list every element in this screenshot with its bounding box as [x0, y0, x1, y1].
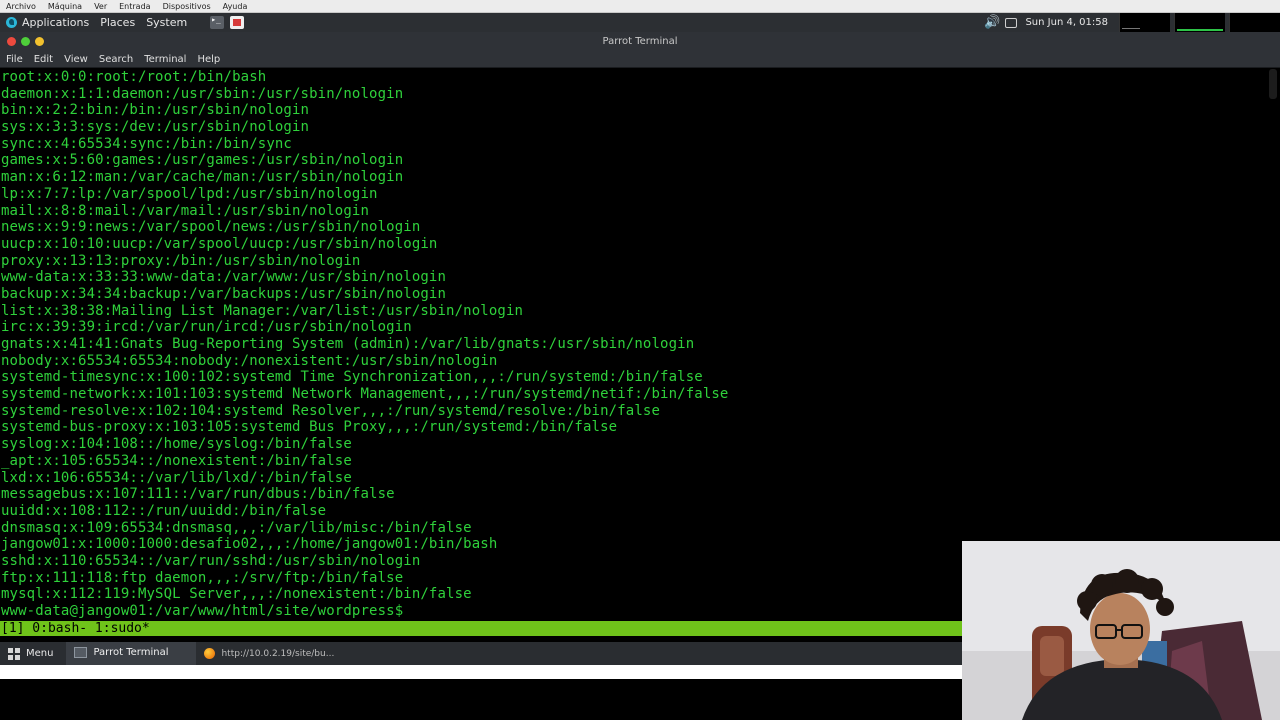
terminal-line: syslog:x:104:108::/home/syslog:/bin/fals…	[1, 436, 352, 453]
terminal-line: www-data@jangow01:/var/www/html/site/wor…	[1, 603, 404, 619]
terminal-line: jangow01:x:1000:1000:desafio02,,,:/home/…	[1, 536, 498, 553]
parrot-logo-icon	[6, 17, 17, 28]
terminal-line: mail:x:8:8:mail:/var/mail:/usr/sbin/nolo…	[1, 202, 370, 219]
terminal-line: lp:x:7:7:lp:/var/spool/lpd:/usr/sbin/nol…	[1, 185, 378, 202]
menu-edit[interactable]: Edit	[34, 54, 53, 65]
system-menu[interactable]: System	[146, 16, 187, 29]
places-menu[interactable]: Places	[100, 16, 135, 29]
system-label: System	[146, 16, 188, 29]
places-label: Places	[100, 16, 136, 29]
terminal-line: man:x:6:12:man:/var/cache/man:/usr/sbin/…	[1, 169, 404, 186]
cpu-monitor-graph	[1119, 13, 1170, 32]
vm-host-menubar: Archivo Máquina Ver Entrada Dispositivos…	[0, 0, 1280, 13]
terminal-line: sys:x:3:3:sys:/dev:/usr/sbin/nologin	[1, 119, 310, 136]
terminal-line: root:x:0:0:root:/root:/bin/bash	[1, 69, 267, 85]
document-viewer-launcher-icon[interactable]	[230, 16, 245, 29]
clock[interactable]: Sun Jun 4, 01:58	[1025, 17, 1108, 28]
terminal-line: mysql:x:112:119:MySQL Server,,,:/nonexis…	[1, 586, 472, 603]
taskbar-menu-button[interactable]: Menu	[26, 648, 53, 659]
vm-menu-archivo[interactable]: Archivo	[6, 2, 36, 11]
terminal-line: dnsmasq:x:109:65534:dnsmasq,,,:/var/lib/…	[1, 519, 472, 536]
terminal-output-area[interactable]: root:x:0:0:root:/root:/bin/bash daemon:x:…	[0, 69, 1280, 620]
vm-menu-ver[interactable]: Ver	[94, 2, 107, 11]
terminal-line: gnats:x:41:41:Gnats Bug-Reporting System…	[1, 336, 695, 352]
vm-menu-ayuda[interactable]: Ayuda	[223, 2, 248, 11]
terminal-line: sync:x:4:65534:sync:/bin:/bin/sync	[1, 135, 292, 152]
applications-menu[interactable]: Applications	[0, 16, 89, 29]
host-letterbox	[0, 679, 962, 720]
vm-menu-entrada[interactable]: Entrada	[119, 2, 150, 11]
terminal-line: www-data:x:33:33:www-data:/var/www:/usr/…	[1, 269, 447, 286]
terminal-line: ftp:x:111:118:ftp daemon,,,:/srv/ftp:/bi…	[1, 569, 404, 586]
close-window-button[interactable]	[7, 37, 16, 46]
terminal-line: systemd-network:x:101:103:systemd Networ…	[1, 386, 729, 403]
webcam-person-image	[962, 541, 1280, 720]
terminal-line: uucp:x:10:10:uucp:/var/spool/uucp:/usr/s…	[1, 235, 438, 252]
host-strip	[0, 665, 962, 679]
terminal-line: sshd:x:110:65534::/var/run/sshd:/usr/sbi…	[1, 552, 421, 569]
terminal-scrollbar[interactable]	[1269, 69, 1277, 99]
task-label: Parrot Terminal	[93, 647, 169, 658]
terminal-line: messagebus:x:107:111::/var/run/dbus:/bin…	[1, 486, 395, 503]
net-monitor-graph	[1229, 13, 1280, 32]
menu-help[interactable]: Help	[197, 54, 220, 65]
menu-file[interactable]: File	[6, 54, 23, 65]
volume-icon[interactable]: 🔊	[984, 15, 1000, 30]
terminal-line: uuidd:x:108:112::/run/uuidd:/bin/false	[1, 502, 327, 519]
terminal-line: bin:x:2:2:bin:/bin:/usr/sbin/nologin	[1, 102, 310, 119]
terminal-line: nobody:x:65534:65534:nobody:/nonexistent…	[1, 352, 498, 369]
terminal-line: list:x:38:38:Mailing List Manager:/var/l…	[1, 302, 524, 319]
window-titlebar[interactable]: Parrot Terminal	[0, 32, 1280, 51]
top-panel: Applications Places System 🔊 Sun Jun 4, …	[0, 13, 1280, 32]
terminal-line: daemon:x:1:1:daemon:/usr/sbin:/usr/sbin/…	[1, 85, 404, 102]
terminal-line: lxd:x:106:65534::/var/lib/lxd/:/bin/fals…	[1, 469, 352, 486]
terminal-menubar: File Edit View Search Terminal Help	[0, 51, 1280, 68]
panel-tray: 🔊 Sun Jun 4, 01:58	[984, 13, 1280, 32]
bottom-taskbar: Menu Parrot Terminal http://10.0.2.19/si…	[0, 642, 962, 665]
minimize-window-button[interactable]	[21, 37, 30, 46]
terminal-line: systemd-resolve:x:102:104:systemd Resolv…	[1, 402, 661, 419]
terminal-lines: root:x:0:0:root:/root:/bin/bash daemon:x:…	[1, 69, 729, 620]
terminal-launcher-icon[interactable]	[210, 15, 225, 29]
applications-label: Applications	[22, 16, 90, 29]
maximize-window-button[interactable]	[35, 37, 44, 46]
menu-search[interactable]: Search	[99, 54, 133, 65]
menu-view[interactable]: View	[64, 54, 88, 65]
terminal-icon	[74, 647, 88, 658]
window-title: Parrot Terminal	[602, 36, 678, 47]
task-label: http://10.0.2.19/site/bu...	[221, 648, 335, 659]
task-browser[interactable]: http://10.0.2.19/site/bu...	[196, 642, 342, 665]
terminal-line: news:x:9:9:news:/var/spool/news:/usr/sbi…	[1, 219, 421, 236]
terminal-line: systemd-timesync:x:100:102:systemd Time …	[1, 369, 703, 386]
firefox-icon	[204, 648, 216, 659]
webcam-overlay	[962, 541, 1280, 720]
vm-menu-maquina[interactable]: Máquina	[48, 2, 82, 11]
terminal-line: backup:x:34:34:backup:/var/backups:/usr/…	[1, 285, 447, 302]
network-icon[interactable]	[1005, 17, 1018, 28]
vm-menu-dispositivos[interactable]: Dispositivos	[163, 2, 211, 11]
terminal-line: proxy:x:13:13:proxy:/bin:/usr/sbin/nolog…	[1, 252, 361, 269]
terminal-line: irc:x:39:39:ircd:/var/run/ircd:/usr/sbin…	[1, 319, 412, 336]
terminal-line: _apt:x:105:65534::/nonexistent:/bin/fals…	[1, 452, 352, 469]
menu-grid-icon[interactable]	[8, 647, 20, 660]
task-parrot-terminal[interactable]: Parrot Terminal	[66, 642, 197, 665]
terminal-line: systemd-bus-proxy:x:103:105:systemd Bus …	[1, 419, 618, 436]
menu-terminal[interactable]: Terminal	[144, 54, 186, 65]
tmux-status-bar: [1] 0:bash- 1:sudo*	[0, 621, 962, 636]
memory-monitor-graph	[1174, 13, 1225, 32]
terminal-line: games:x:5:60:games:/usr/games:/usr/sbin/…	[1, 152, 404, 169]
